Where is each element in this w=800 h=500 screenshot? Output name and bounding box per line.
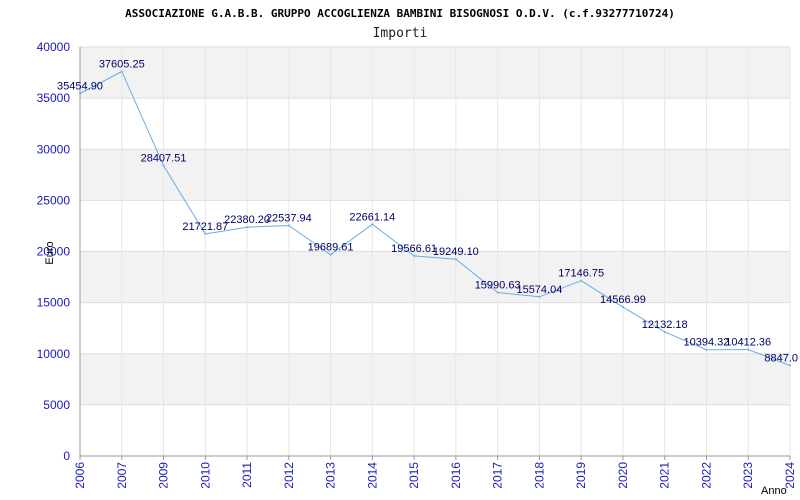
data-label: 22661.14 (349, 211, 395, 223)
y-tick-label: 15000 (37, 296, 71, 310)
data-point (79, 92, 81, 95)
x-tick-label: 2015 (407, 462, 421, 489)
data-label: 12132.18 (642, 319, 688, 331)
data-point (621, 306, 624, 309)
data-point (705, 348, 708, 351)
x-tick-label: 2012 (282, 462, 296, 489)
data-point (580, 279, 583, 282)
grid-band (80, 47, 790, 99)
y-tick-label: 40000 (37, 40, 71, 54)
x-tick-label: 2010 (198, 462, 212, 489)
x-tick-label: 2006 (73, 462, 87, 489)
x-tick-label: 2007 (115, 462, 129, 489)
data-point (747, 348, 750, 351)
data-point (538, 295, 541, 298)
data-label: 15574.04 (516, 284, 562, 296)
chart-title: ASSOCIAZIONE G.A.B.B. GRUPPO ACCOGLIENZA… (125, 7, 675, 20)
data-point (162, 164, 165, 167)
y-tick-label: 30000 (37, 142, 71, 156)
data-point (329, 253, 332, 256)
x-tick-label: 2018 (532, 462, 546, 489)
x-tick-label: 2022 (699, 462, 713, 489)
data-labels: 35454.90 37605.25 28407.51 21721.8722380.20… (57, 58, 798, 364)
data-label: 37605.25 (99, 58, 145, 70)
x-tick-label: 2020 (616, 462, 630, 489)
chart-subtitle: Importi (373, 26, 428, 41)
data-label: 15990.63 (475, 279, 521, 291)
data-label: 10412.36 (725, 337, 771, 349)
data-label: 10394.32 (684, 337, 730, 349)
data-label: 22380.20 (224, 214, 270, 226)
data-label: 21721.87 (182, 221, 228, 233)
data-label: 35454.90 (57, 80, 103, 92)
x-tick-label: 2019 (574, 462, 588, 489)
data-point (413, 254, 416, 257)
data-label: 8847.0 (764, 353, 798, 365)
data-point (204, 232, 207, 235)
y-tick-label: 5000 (43, 398, 70, 412)
data-point (246, 226, 249, 229)
y-tick-label: 10000 (37, 347, 71, 361)
y-tick-label: 35000 (37, 91, 71, 105)
data-label: 28407.51 (141, 153, 187, 165)
x-tick-label: 2011 (240, 462, 254, 488)
data-label: 14566.99 (600, 294, 646, 306)
x-tick-label: 2017 (491, 462, 505, 489)
x-tick-labels: 2006 2007 2009 2010 2011 2012 2013 2014 2015 2016… (73, 456, 797, 489)
y-tick-label: 0 (63, 449, 70, 463)
x-tick-label: 2021 (658, 462, 672, 489)
x-tick-label: 2013 (324, 462, 338, 489)
y-axis-label: Euro (44, 241, 56, 264)
data-point (663, 330, 666, 333)
grid-band (80, 149, 790, 201)
data-label: 19249.10 (433, 246, 479, 258)
x-tick-label: 2023 (741, 462, 755, 489)
data-point (789, 364, 791, 367)
data-point (454, 258, 457, 261)
data-point (496, 291, 499, 294)
data-label: 17146.75 (558, 268, 604, 280)
x-axis-label: Anno (761, 485, 787, 497)
grid-band (80, 353, 790, 405)
data-point (287, 224, 290, 227)
data-label: 19566.61 (391, 243, 437, 255)
data-label: 19689.61 (308, 242, 354, 254)
line-chart: 0500010000150002000025000300003500040000… (37, 7, 798, 497)
x-tick-label: 2014 (365, 462, 379, 489)
data-point (371, 223, 374, 226)
grid-band (80, 251, 790, 303)
x-tick-label: 2009 (157, 462, 171, 489)
data-label: 22537.94 (266, 213, 312, 225)
y-tick-label: 25000 (37, 193, 71, 207)
x-tick-label: 2016 (449, 462, 463, 489)
data-point (120, 70, 123, 73)
